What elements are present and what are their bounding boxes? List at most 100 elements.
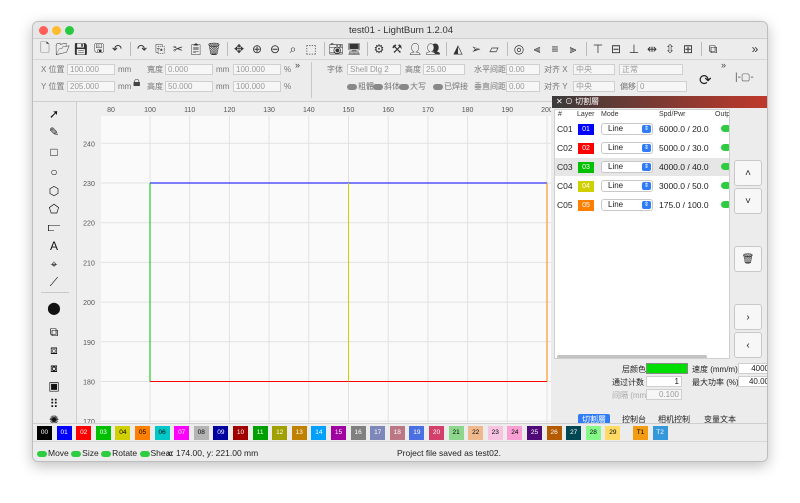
- hspace-input[interactable]: 0.00: [506, 64, 540, 75]
- align-center-icon[interactable]: ≡: [547, 41, 563, 57]
- boolean-union-icon[interactable]: ⧉: [45, 324, 63, 340]
- copy-icon[interactable]: ⎘: [152, 41, 168, 57]
- palette-color-29[interactable]: 29: [605, 426, 621, 440]
- x-position-input[interactable]: 100.000: [67, 64, 115, 75]
- apply-refresh-icon[interactable]: ⟳: [699, 71, 712, 89]
- text-tool-icon[interactable]: A: [45, 238, 63, 254]
- redo-icon[interactable]: ↷: [134, 41, 150, 57]
- palette-color-13[interactable]: 13: [291, 426, 307, 440]
- output-toggle[interactable]: [721, 182, 729, 189]
- output-toggle[interactable]: [721, 163, 729, 170]
- path-tool-icon[interactable]: |-▢-: [735, 72, 754, 83]
- align-top-icon[interactable]: ⊤: [590, 41, 606, 57]
- palette-color-05[interactable]: 05: [135, 426, 150, 440]
- expand-panel-button[interactable]: ›: [734, 304, 762, 330]
- group-icon[interactable]: ⧉: [705, 41, 721, 57]
- y-position-input[interactable]: 205.000: [67, 81, 115, 92]
- text-height-input[interactable]: 25.00: [423, 64, 465, 75]
- size-toggle[interactable]: [71, 450, 82, 457]
- height-input[interactable]: 50.000: [165, 81, 213, 92]
- layer-row[interactable]: C01 01 Line ⇕ 6000.0 / 20.0: [555, 120, 729, 138]
- delete-icon[interactable]: 🗑︎: [206, 41, 222, 57]
- dist-h-icon[interactable]: ⇹: [644, 41, 660, 57]
- paste-icon[interactable]: 📋︎: [188, 41, 204, 57]
- zoom-fit-icon[interactable]: ⌕: [285, 41, 301, 57]
- layer-row[interactable]: C02 02 Line ⇕ 5000.0 / 30.0: [555, 139, 729, 157]
- layer-color-swatch[interactable]: [646, 363, 688, 374]
- palette-color-04[interactable]: 04: [115, 426, 131, 440]
- layer-row[interactable]: C03 03 Line ⇕ 4000.0 / 40.0: [555, 158, 729, 176]
- select-arrow-icon[interactable]: ➚: [45, 106, 63, 122]
- polygon-tool-icon[interactable]: ⬡: [45, 183, 63, 199]
- weld-icon[interactable]: ▣: [45, 378, 63, 394]
- select-frame-icon[interactable]: ⬚: [303, 41, 319, 57]
- table-hscrollbar[interactable]: [557, 355, 707, 358]
- move-layer-up-button[interactable]: ˄: [734, 160, 762, 186]
- trace-icon[interactable]: ◭: [450, 41, 466, 57]
- width-input[interactable]: 0.000: [165, 64, 213, 75]
- palette-color-07[interactable]: 07: [174, 426, 190, 440]
- close-window-icon[interactable]: [39, 26, 48, 35]
- align-bottom-icon[interactable]: ⊥: [626, 41, 642, 57]
- palette-color-T2[interactable]: T2: [652, 426, 668, 440]
- align-x-select[interactable]: 中央: [573, 64, 615, 75]
- palette-color-27[interactable]: 27: [566, 426, 582, 440]
- palette-color-18[interactable]: 18: [389, 426, 405, 440]
- boolean-subtract-icon[interactable]: ⧈: [45, 342, 63, 358]
- mode-select[interactable]: Line ⇕: [601, 123, 653, 135]
- mode-select[interactable]: Line ⇕: [601, 199, 653, 211]
- save-as-icon[interactable]: 🖫: [91, 41, 107, 57]
- settings-gear-icon[interactable]: ⚙: [371, 41, 387, 57]
- panel-float-icon[interactable]: ⊙: [565, 97, 573, 106]
- target-icon[interactable]: ◎: [511, 41, 527, 57]
- output-toggle[interactable]: [721, 201, 729, 208]
- align-right-icon[interactable]: ⫸: [565, 41, 581, 57]
- zoom-in-icon[interactable]: ⊕: [249, 41, 265, 57]
- move-icon[interactable]: ✥: [231, 41, 247, 57]
- dist-v-icon[interactable]: ⇳: [662, 41, 678, 57]
- position-laser-icon[interactable]: ⌖: [45, 256, 63, 272]
- mode-select[interactable]: Line ⇕: [601, 161, 653, 173]
- pentagon-tool-icon[interactable]: ⬠: [45, 201, 63, 217]
- palette-color-01[interactable]: 01: [56, 426, 72, 440]
- palette-color-06[interactable]: 06: [154, 426, 170, 440]
- grid-array-icon[interactable]: ⠿: [45, 396, 63, 412]
- mode-select[interactable]: Line ⇕: [601, 142, 653, 154]
- palette-color-14[interactable]: 14: [311, 426, 327, 440]
- boolean-intersect-icon[interactable]: ⧇: [45, 360, 63, 376]
- user-icon[interactable]: 👤︎: [407, 41, 423, 57]
- save-icon[interactable]: 💾︎: [73, 41, 89, 57]
- palette-color-16[interactable]: 16: [350, 426, 366, 440]
- toolbar-overflow-icon[interactable]: »: [747, 41, 763, 57]
- collapse-panel-button[interactable]: ‹: [734, 332, 762, 358]
- layer-row[interactable]: C04 04 Line ⇕ 3000.0 / 50.0: [555, 177, 729, 195]
- palette-color-08[interactable]: 08: [193, 426, 209, 440]
- rectangle-tool-icon[interactable]: □: [45, 144, 63, 160]
- upper-toggle[interactable]: 大写: [399, 81, 426, 92]
- height-percent-input[interactable]: 100.000: [233, 81, 281, 92]
- palette-color-19[interactable]: 19: [409, 426, 425, 440]
- palette-color-09[interactable]: 09: [213, 426, 229, 440]
- font-select[interactable]: Shell Dlg 2: [347, 64, 401, 75]
- palette-color-12[interactable]: 12: [272, 426, 288, 440]
- palette-color-21[interactable]: 21: [448, 426, 464, 440]
- align-left-icon[interactable]: ⫷: [529, 41, 545, 57]
- undo-icon[interactable]: ↶: [109, 41, 125, 57]
- move-toggle[interactable]: [37, 450, 47, 457]
- layer-row[interactable]: C05 05 Line ⇕ 175.0 / 100.0: [555, 196, 729, 214]
- maximize-window-icon[interactable]: [65, 26, 74, 35]
- italic-toggle[interactable]: 斜体: [373, 81, 400, 92]
- tools-icon[interactable]: ⚒: [389, 41, 405, 57]
- user-alt-icon[interactable]: 👥︎: [425, 41, 441, 57]
- design-canvas[interactable]: 80 100 110 120 130 140 150 160 170 180 190 200 240 23…: [77, 102, 553, 426]
- monitor-icon[interactable]: 🖥︎: [346, 41, 362, 57]
- output-toggle[interactable]: [721, 125, 729, 132]
- palette-color-25[interactable]: 25: [527, 426, 542, 440]
- new-file-icon[interactable]: 🗋: [37, 41, 53, 57]
- edit-pencil-icon[interactable]: ✎: [45, 124, 63, 140]
- props-overflow-2-icon[interactable]: »: [721, 60, 726, 71]
- ellipse-tool-icon[interactable]: ○: [45, 164, 63, 180]
- move-together-icon[interactable]: ⊞: [680, 41, 696, 57]
- palette-color-24[interactable]: 24: [507, 426, 523, 440]
- bracket-frame-icon[interactable]: ⫍: [45, 219, 63, 235]
